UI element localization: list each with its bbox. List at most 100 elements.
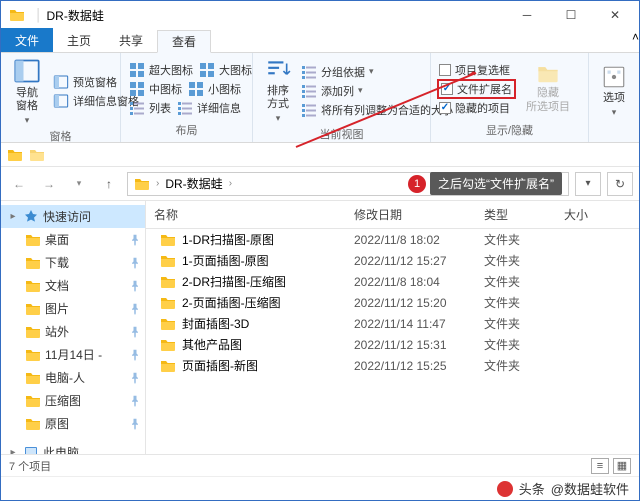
tab-home[interactable]: 主页 (53, 29, 105, 52)
nav-item[interactable]: 文档 (1, 274, 145, 297)
star-icon (23, 209, 39, 225)
file-row[interactable]: 1-DR扫描图-原图2022/11/8 18:02文件夹 (146, 229, 639, 250)
grid-icon (129, 81, 145, 97)
item-count: 7 个项目 (9, 458, 51, 474)
folder-icon (9, 7, 25, 23)
ribbon: 导航窗格 ▾ 预览窗格 详细信息窗格 窗格 超大图标 大图标 中图标 小图标 (1, 53, 639, 143)
col-date[interactable]: 修改日期 (346, 201, 476, 228)
file-row[interactable]: 1-页面插图-原图2022/11/12 15:27文件夹 (146, 250, 639, 271)
folder-icon (29, 147, 45, 163)
file-row[interactable]: 封面插图-3D2022/11/14 11:47文件夹 (146, 313, 639, 334)
nav-item[interactable]: 压缩图 (1, 389, 145, 412)
window-title: DR-数据蛙 (47, 7, 506, 24)
sort-icon (265, 57, 291, 83)
item-checkboxes-toggle[interactable]: 项目复选框 (437, 61, 516, 79)
layout-list[interactable]: 列表 (127, 99, 173, 117)
file-row[interactable]: 其他产品图2022/11/12 15:31文件夹 (146, 334, 639, 355)
up-button[interactable]: ↑ (97, 172, 121, 196)
layout-md[interactable]: 中图标 (127, 80, 184, 98)
hidden-items-toggle[interactable]: 隐藏的项目 (437, 99, 516, 117)
maximize-button[interactable]: ☐ (549, 1, 593, 29)
path-box[interactable]: › DR-数据蛙 › 1 之后勾选“文件扩展名” (127, 172, 569, 196)
options-button[interactable]: 选项 ▾ (595, 55, 633, 126)
nav-item[interactable]: 桌面 (1, 228, 145, 251)
folder-icon (25, 301, 41, 317)
checkbox-icon (439, 64, 451, 76)
nav-item[interactable]: 下载 (1, 251, 145, 274)
close-button[interactable]: ✕ (593, 1, 637, 29)
layout-sm[interactable]: 小图标 (186, 80, 243, 98)
folder-icon (160, 337, 176, 353)
address-bar: ← → ▾ ↑ › DR-数据蛙 › 1 之后勾选“文件扩展名” ▾ ↻ (1, 167, 639, 201)
sort-button[interactable]: 排序方式 ▾ (259, 55, 297, 126)
nav-pane-button[interactable]: 导航窗格 ▾ (7, 55, 47, 128)
qat-sep: │ (35, 8, 43, 22)
attribution-footer: 头条 @数据蛙软件 (1, 476, 639, 500)
options-icon (601, 64, 627, 90)
tab-view[interactable]: 查看 (157, 30, 211, 53)
hide-icon (537, 63, 559, 85)
pin-icon (129, 326, 141, 338)
folder-icon (25, 370, 41, 386)
view-large-icon[interactable]: ▦ (613, 458, 631, 474)
folder-icon (25, 324, 41, 340)
annotation-callout: 1 之后勾选“文件扩展名” (408, 174, 562, 194)
layout-xl[interactable]: 超大图标 (127, 61, 195, 79)
address-dropdown-button[interactable]: ▾ (575, 172, 601, 196)
layout-details[interactable]: 详细信息 (175, 99, 243, 117)
view-details-icon[interactable]: ≡ (591, 458, 609, 474)
group-label-showhide: 显示/隐藏 (437, 122, 582, 140)
account-name: @数据蛙软件 (551, 479, 629, 498)
folder-icon (160, 274, 176, 290)
pin-icon (129, 349, 141, 361)
checkbox-checked-icon (441, 83, 453, 95)
folder-icon (25, 393, 41, 409)
pc-icon (23, 445, 39, 455)
col-size[interactable]: 大小 (556, 201, 639, 228)
fit-icon (301, 102, 317, 118)
file-row[interactable]: 2-DR扫描图-压缩图2022/11/8 18:04文件夹 (146, 271, 639, 292)
grid-icon (129, 62, 145, 78)
hide-selected-button: 隐藏 所选项目 (520, 55, 576, 122)
pin-icon (129, 395, 141, 407)
refresh-button[interactable]: ↻ (607, 172, 633, 196)
folder-icon (25, 347, 41, 363)
col-name[interactable]: 名称 (146, 201, 346, 228)
folder-icon (134, 176, 150, 192)
layout-lg[interactable]: 大图标 (197, 61, 254, 79)
pin-icon (129, 303, 141, 315)
nav-quick-access[interactable]: ▸快速访问 (1, 205, 145, 228)
columns-icon (301, 83, 317, 99)
folder-icon (160, 316, 176, 332)
folder-icon (25, 232, 41, 248)
history-button[interactable]: ▾ (67, 172, 91, 196)
file-row[interactable]: 2-页面插图-压缩图2022/11/12 15:20文件夹 (146, 292, 639, 313)
pin-icon (129, 372, 141, 384)
nav-item[interactable]: 原图 (1, 412, 145, 435)
grid-icon (199, 62, 215, 78)
nav-item[interactable]: 图片 (1, 297, 145, 320)
ribbon-collapse-button[interactable]: ˄ (632, 30, 639, 52)
nav-item[interactable]: 11月14日 - (1, 343, 145, 366)
folder-icon (160, 358, 176, 374)
avatar-icon (497, 481, 513, 497)
file-extensions-toggle[interactable]: 文件扩展名 (437, 79, 516, 99)
folder-icon (25, 255, 41, 271)
tab-file[interactable]: 文件 (1, 28, 53, 52)
annotation-text: 之后勾选“文件扩展名” (430, 172, 562, 195)
nav-this-pc[interactable]: ▸此电脑 (1, 441, 145, 454)
file-row[interactable]: 页面插图-新图2022/11/12 15:25文件夹 (146, 355, 639, 376)
nav-item[interactable]: 电脑-人 (1, 366, 145, 389)
breadcrumb-segment[interactable]: DR-数据蛙 (165, 175, 222, 192)
status-bar: 7 个项目 ≡ ▦ (1, 454, 639, 476)
list-icon (129, 100, 145, 116)
back-button[interactable]: ← (7, 172, 31, 196)
col-type[interactable]: 类型 (476, 201, 556, 228)
ribbon-tabs: 文件 主页 共享 查看 ˄ (1, 29, 639, 53)
tab-share[interactable]: 共享 (105, 29, 157, 52)
pin-icon (129, 280, 141, 292)
preview-pane-icon (53, 74, 69, 90)
minimize-button[interactable]: ─ (505, 1, 549, 29)
nav-item[interactable]: 站外 (1, 320, 145, 343)
folder-icon (25, 278, 41, 294)
